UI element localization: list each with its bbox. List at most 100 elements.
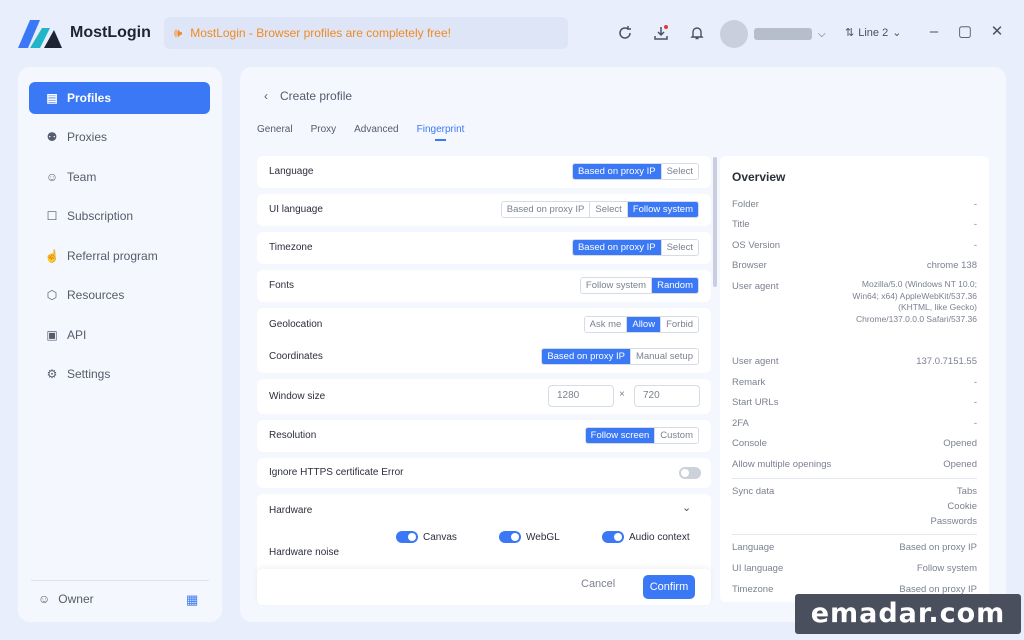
sidebar-item-proxies[interactable]: ⚉ Proxies xyxy=(29,121,210,153)
promo-banner[interactable]: 🕪 MostLogin - Browser profiles are compl… xyxy=(164,17,568,49)
sidebar-item-referral[interactable]: ☝ Referral program xyxy=(29,240,210,272)
thumbs-up-icon: ☝ xyxy=(44,249,60,263)
gear-icon: ⚙ xyxy=(46,367,58,381)
ov-label: Folder xyxy=(732,199,759,210)
audio-context-toggle[interactable] xyxy=(602,531,624,543)
user-menu[interactable]: ⌵ xyxy=(720,20,826,48)
option-select[interactable]: Select xyxy=(661,240,698,255)
option-manual-setup[interactable]: Manual setup xyxy=(630,349,698,364)
building-icon[interactable]: ▦ xyxy=(186,592,198,608)
ov-label: Language xyxy=(732,542,775,553)
timezone-segmented: Based on proxy IP Select xyxy=(571,239,699,256)
option-follow-system[interactable]: Follow system xyxy=(580,278,653,293)
ov-label: Sync data xyxy=(732,486,775,497)
tab-advanced[interactable]: Advanced xyxy=(354,124,398,141)
sidebar-item-profiles[interactable]: ▤ Profiles xyxy=(29,82,210,114)
coordinates-segmented: Based on proxy IP Manual setup xyxy=(541,348,699,365)
refresh-icon[interactable] xyxy=(616,24,634,42)
window-height-input[interactable]: 720 xyxy=(634,385,700,407)
app-logo[interactable]: MostLogin xyxy=(16,16,151,50)
ui-language-row: UI language Based on proxy IP Select Fol… xyxy=(257,194,711,226)
maximize-icon[interactable]: ▢ xyxy=(955,22,975,42)
ov-label: OS Version xyxy=(732,240,781,251)
ov-value: Opened xyxy=(943,459,977,470)
language-segmented: Based on proxy IP Select xyxy=(571,163,699,180)
avatar xyxy=(720,20,748,48)
api-icon: ▣ xyxy=(46,328,58,342)
back-button[interactable]: ‹ Create profile xyxy=(264,89,352,103)
tab-proxy[interactable]: Proxy xyxy=(311,124,337,141)
timezone-row: Timezone Based on proxy IP Select xyxy=(257,232,711,264)
page-title: Create profile xyxy=(280,89,353,103)
option-select[interactable]: Select xyxy=(590,202,628,217)
divider xyxy=(732,478,977,479)
mostlogin-logo-icon xyxy=(16,16,62,50)
cancel-button[interactable]: Cancel xyxy=(581,578,615,590)
minimize-icon[interactable]: – xyxy=(924,22,944,42)
ov-value: chrome 138 xyxy=(926,260,977,271)
sidebar-item-label: Settings xyxy=(67,367,111,381)
ov-label: UI language xyxy=(732,563,784,574)
toggle-label: Audio context xyxy=(629,532,690,543)
window-width-input[interactable]: 1280 xyxy=(548,385,614,407)
sidebar-item-subscription[interactable]: ☐ Subscription xyxy=(29,200,210,232)
tab-general[interactable]: General xyxy=(257,124,293,141)
scrollbar[interactable] xyxy=(713,157,717,287)
ov-value: Passwords xyxy=(930,516,977,527)
row-label: Timezone xyxy=(269,242,313,253)
option-ask-me[interactable]: Ask me xyxy=(584,317,628,332)
sidebar-item-api[interactable]: ▣ API xyxy=(29,319,210,351)
option-based-on-proxy[interactable]: Based on proxy IP xyxy=(501,202,591,217)
ov-label: Title xyxy=(732,219,750,230)
ov-value: 137.0.7151.55 xyxy=(916,356,977,367)
ov-value: - xyxy=(973,199,977,210)
ov-value: - xyxy=(973,397,977,408)
owner-item[interactable]: ☺ Owner xyxy=(38,592,94,606)
main-panel: ‹ Create profile General Proxy Advanced … xyxy=(240,67,1006,622)
option-based-on-proxy[interactable]: Based on proxy IP xyxy=(542,349,631,364)
toggle-label: WebGL xyxy=(526,532,560,543)
option-follow-system[interactable]: Follow system xyxy=(627,202,698,217)
row-label: Hardware noise xyxy=(269,547,340,558)
option-allow[interactable]: Allow xyxy=(627,317,662,332)
sidebar-item-resources[interactable]: ⬡ Resources xyxy=(29,279,210,311)
row-label: Resolution xyxy=(269,430,317,441)
ov-label: Timezone xyxy=(732,584,774,595)
download-icon[interactable] xyxy=(652,24,670,42)
ov-label: 2FA xyxy=(732,418,749,429)
chevron-down-icon: ⌵ xyxy=(818,28,826,40)
row-label: Fonts xyxy=(269,280,295,291)
canvas-toggle[interactable] xyxy=(396,531,418,543)
row-label: UI language xyxy=(269,204,323,215)
option-select[interactable]: Select xyxy=(661,164,698,179)
sidebar-item-label: Team xyxy=(67,170,97,184)
confirm-button[interactable]: Confirm xyxy=(643,575,695,599)
option-random[interactable]: Random xyxy=(652,278,698,293)
chevron-left-icon: ‹ xyxy=(264,89,268,103)
https-error-toggle[interactable] xyxy=(679,467,701,479)
tab-fingerprint[interactable]: Fingerprint xyxy=(417,124,464,141)
ov-value: Cookie xyxy=(947,501,977,512)
option-forbid[interactable]: Forbid xyxy=(661,317,698,332)
sidebar: ▤ Profiles ⚉ Proxies ☺ Team ☐ Subscripti… xyxy=(18,67,222,622)
banner-text: MostLogin - Browser profiles are complet… xyxy=(190,26,451,40)
sidebar-item-team[interactable]: ☺ Team xyxy=(29,161,210,193)
divider xyxy=(31,580,209,581)
option-based-on-proxy[interactable]: Based on proxy IP xyxy=(572,164,662,179)
window-size-row: Window size 1280 × 720 xyxy=(257,379,711,414)
ov-value: - xyxy=(973,219,977,230)
webgl-toggle[interactable] xyxy=(499,531,521,543)
close-icon[interactable]: ✕ xyxy=(987,22,1007,42)
row-label: Window size xyxy=(269,391,326,402)
line-selector[interactable]: ⇅ Line 2 ⌄ xyxy=(845,26,901,40)
option-custom[interactable]: Custom xyxy=(655,428,698,443)
language-row: Language Based on proxy IP Select xyxy=(257,156,711,188)
sidebar-item-settings[interactable]: ⚙ Settings xyxy=(29,358,210,390)
option-based-on-proxy[interactable]: Based on proxy IP xyxy=(572,240,662,255)
times-separator: × xyxy=(619,389,625,400)
option-follow-screen[interactable]: Follow screen xyxy=(585,428,656,443)
row-label: Ignore HTTPS certificate Error xyxy=(269,467,404,478)
bell-icon[interactable] xyxy=(688,24,706,42)
chevron-down-icon[interactable]: ⌄ xyxy=(682,501,691,514)
row-label: Coordinates xyxy=(269,351,323,362)
